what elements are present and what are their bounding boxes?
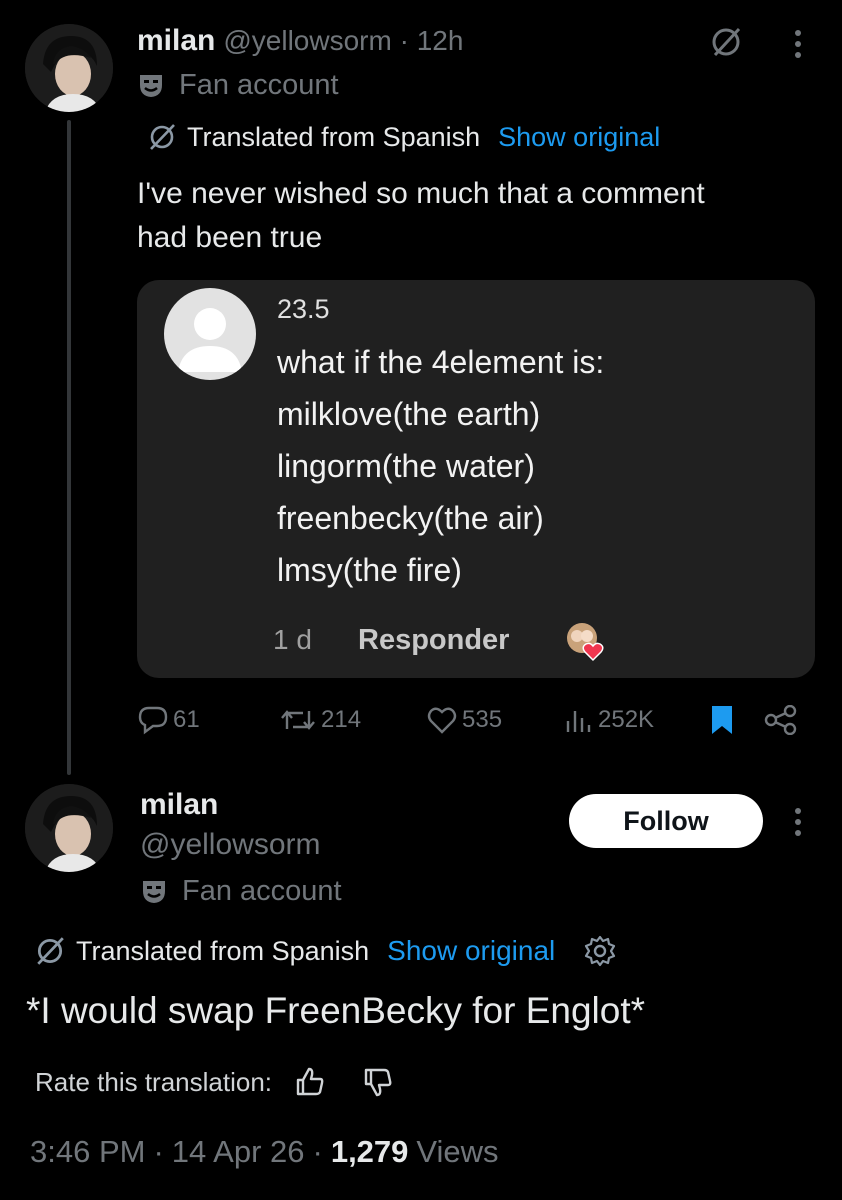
- avatar-image: [25, 784, 113, 872]
- translated-from-label: Translated from Spanish: [187, 121, 481, 152]
- author-name[interactable]: milan: [140, 788, 218, 822]
- thread-connector: [67, 120, 71, 775]
- avatar[interactable]: [25, 784, 113, 872]
- translate-icon: [150, 124, 175, 150]
- author-handle[interactable]: @yellowsorm: [140, 828, 320, 862]
- rate-translation-bar: Rate this translation:: [35, 1062, 394, 1102]
- creator-heart-icon: [565, 620, 607, 662]
- mask-icon: [140, 75, 162, 97]
- reply-header: milan @yellowsorm · 12h: [137, 22, 463, 60]
- avatar-image: [25, 24, 113, 112]
- views-count: 252K: [598, 706, 655, 733]
- show-original-link[interactable]: Show original: [387, 935, 555, 967]
- post-date[interactable]: 14 Apr 26: [172, 1134, 305, 1170]
- translation-bar: Translated from Spanish Show original: [34, 932, 617, 970]
- post-text: *I would swap FreenBecky for Englot*: [26, 990, 646, 1031]
- default-avatar-icon: [164, 288, 256, 380]
- comment-age: 1 d: [273, 624, 312, 655]
- badge-label: Fan account: [182, 874, 342, 907]
- views-label: Views: [416, 1134, 499, 1169]
- translated-from-label: Translated from Spanish: [76, 935, 370, 966]
- reply-count: 61: [173, 706, 200, 733]
- comment-username: 23.5: [277, 294, 330, 324]
- more-options-icon[interactable]: [784, 22, 812, 66]
- views-count: 1,279: [330, 1134, 409, 1169]
- translation-bar: Translated from Spanish Show original: [147, 120, 660, 154]
- reply-text: I've never wished so much that a comment…: [137, 172, 705, 260]
- settings-gear-icon[interactable]: [583, 934, 617, 968]
- share-icon[interactable]: [761, 702, 801, 738]
- badge-label: Fan account: [179, 68, 339, 101]
- more-options-icon[interactable]: [784, 802, 812, 842]
- avatar[interactable]: [25, 24, 113, 112]
- follow-button[interactable]: Follow: [569, 794, 763, 848]
- fan-account-badge[interactable]: Fan account: [137, 66, 339, 104]
- comment-icon: [138, 706, 168, 735]
- thumbs-up-icon[interactable]: [294, 1066, 326, 1098]
- rate-translation-label: Rate this translation:: [35, 1066, 273, 1097]
- show-original-link[interactable]: Show original: [498, 122, 660, 153]
- grok-icon[interactable]: [704, 20, 748, 64]
- translate-icon: [37, 937, 64, 965]
- separator-dot: ·: [153, 1134, 164, 1169]
- fan-account-badge[interactable]: Fan account: [140, 872, 342, 910]
- reply-action-bar: 61 214 535 252K: [137, 700, 817, 740]
- author-name[interactable]: milan: [137, 24, 215, 58]
- repost-count: 214: [321, 706, 362, 733]
- comment-line: freenbecky(the air): [277, 500, 544, 536]
- handle-and-time[interactable]: @yellowsorm · 12h: [223, 25, 463, 57]
- views-button[interactable]: 252K: [564, 700, 654, 740]
- reply-button[interactable]: 61: [137, 700, 200, 740]
- reply-text-line: had been true: [137, 221, 323, 254]
- comment-line: milklove(the earth): [277, 396, 541, 432]
- like-count: 535: [462, 706, 503, 733]
- mask-icon: [143, 881, 165, 903]
- comment-body: what if the 4element is: milklove(the ea…: [277, 336, 604, 596]
- responder-button: Responder: [358, 624, 510, 656]
- embedded-image-card[interactable]: 23.5 what if the 4element is: milklove(t…: [137, 280, 815, 678]
- separator-dot: ·: [312, 1134, 323, 1169]
- comment-line: lmsy(the fire): [277, 552, 462, 588]
- repost-button[interactable]: 214: [279, 700, 361, 740]
- comment-line: what if the 4element is:: [277, 344, 605, 380]
- bookmark-icon[interactable]: [705, 702, 739, 738]
- comment-line: lingorm(the water): [277, 448, 535, 484]
- thumbs-down-icon[interactable]: [362, 1066, 394, 1098]
- analytics-icon: [566, 711, 591, 732]
- post-metadata: 3:46 PM · 14 Apr 26 · 1,279 Views: [30, 1134, 499, 1170]
- repost-icon: [281, 710, 315, 730]
- post-time[interactable]: 3:46 PM: [30, 1134, 145, 1170]
- like-button[interactable]: 535: [426, 700, 502, 740]
- heart-icon: [427, 707, 457, 734]
- reply-text-line: I've never wished so much that a comment: [137, 177, 705, 210]
